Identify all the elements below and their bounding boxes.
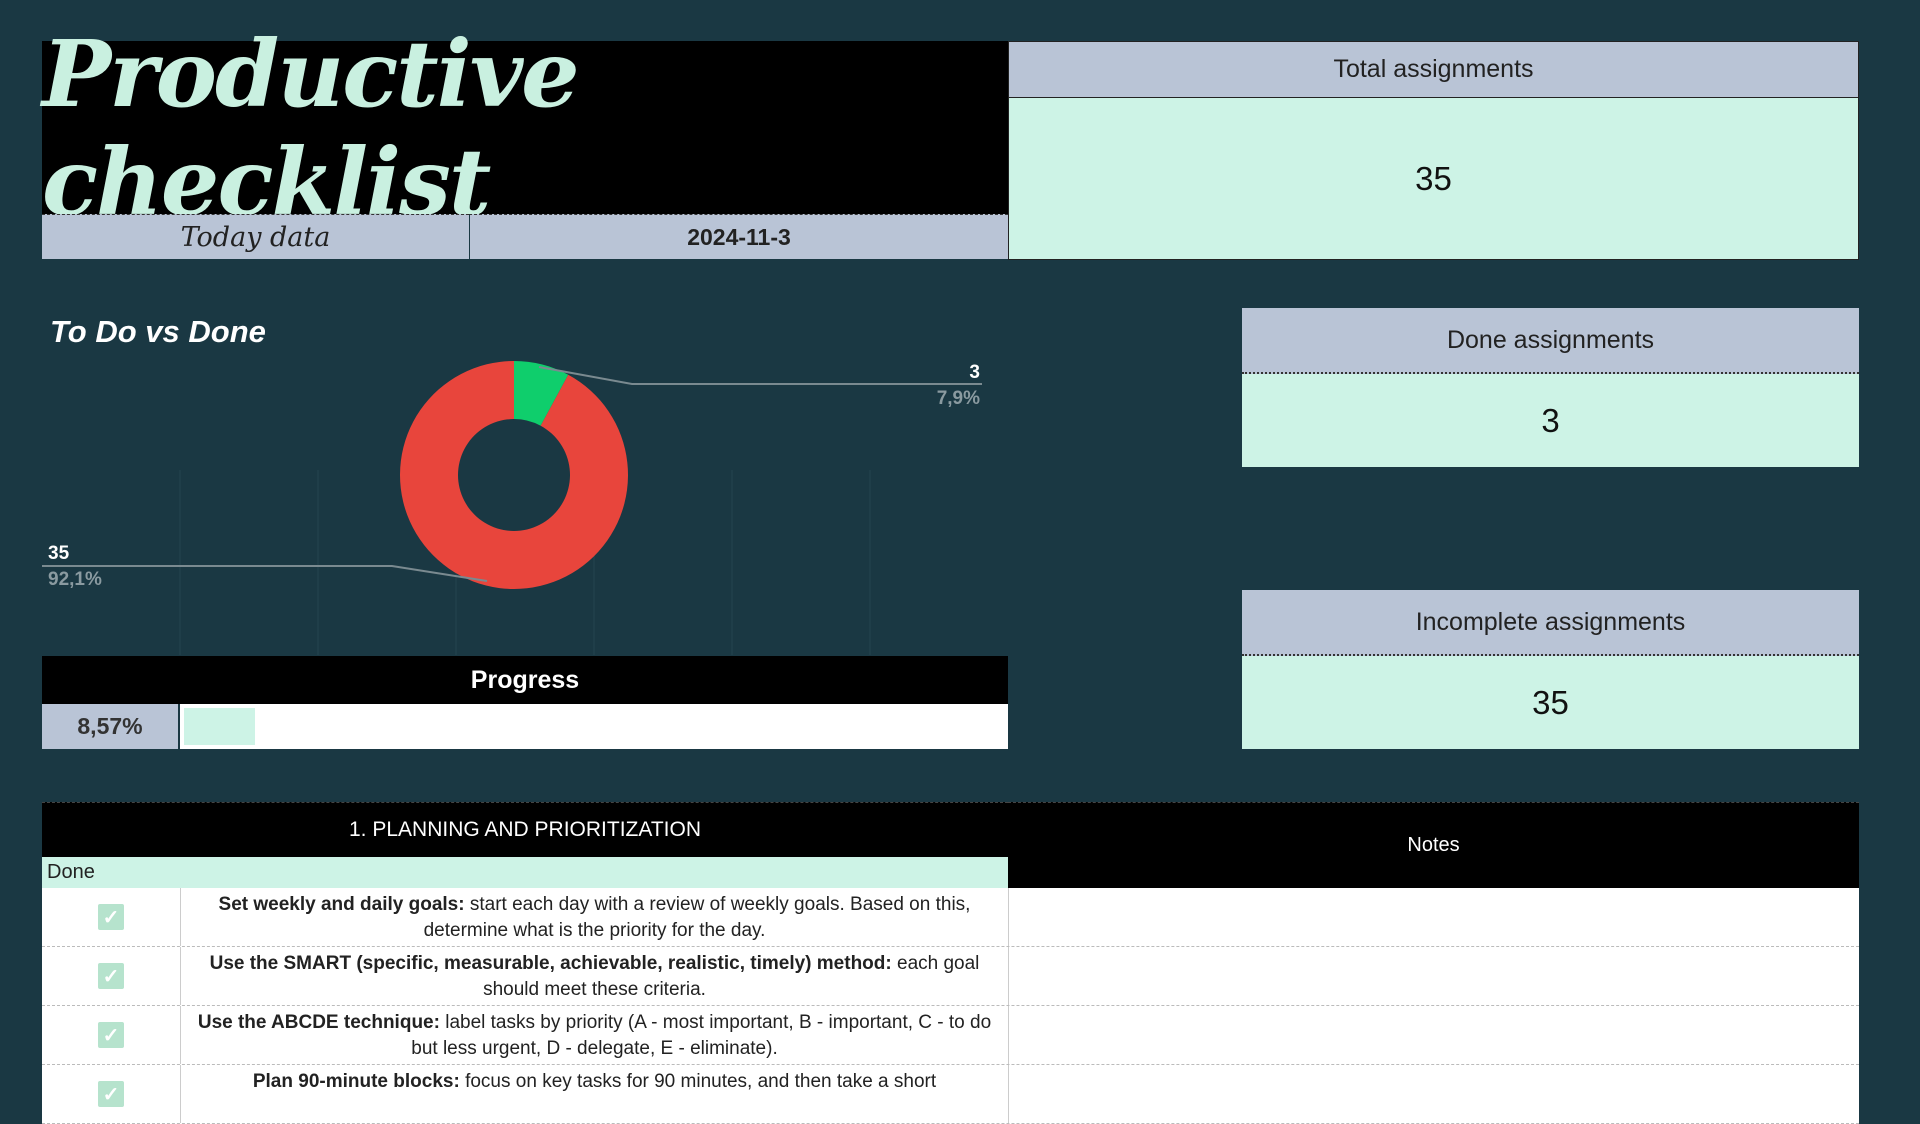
incomplete-assignments-value[interactable]: 35 (1242, 656, 1859, 749)
done-checkbox[interactable]: ✓ (98, 963, 124, 989)
today-date-label: Today data (42, 214, 469, 259)
todo-percent-label: 92,1% (48, 569, 102, 590)
done-count-label: 3 (969, 362, 980, 383)
task-text: Plan 90-minute blocks: focus on key task… (181, 1065, 1009, 1123)
done-checkbox[interactable]: ✓ (98, 904, 124, 930)
todo-count-label: 35 (48, 543, 70, 564)
table-row: ✓ Set weekly and daily goals: start each… (42, 888, 1859, 947)
total-assignments-label: Total assignments (1008, 41, 1859, 98)
done-column-header: Done (42, 857, 1008, 888)
done-leader-line (538, 366, 982, 385)
task-text: Use the ABCDE technique: label tasks by … (181, 1006, 1009, 1064)
page-title: Productive checklist (42, 19, 580, 236)
today-date-value[interactable]: 2024-11-3 (469, 214, 1008, 259)
todo-leader-line (42, 565, 488, 582)
todo-slice[interactable] (400, 361, 628, 589)
notes-column-header: Notes (1008, 802, 1859, 888)
done-checkbox[interactable]: ✓ (98, 1081, 124, 1107)
progress-label: Progress (42, 656, 1008, 704)
total-assignments-value[interactable]: 35 (1008, 98, 1859, 260)
table-row: ✓ Use the ABCDE technique: label tasks b… (42, 1006, 1859, 1065)
done-assignments-value[interactable]: 3 (1242, 374, 1859, 467)
todo-vs-done-chart[interactable]: 3 7,9% 35 92,1% (42, 300, 1008, 655)
table-row: ✓ Use the SMART (specific, measurable, a… (42, 947, 1859, 1006)
notes-cell[interactable] (1009, 947, 1859, 1005)
notes-cell[interactable] (1009, 1006, 1859, 1064)
done-percent-label: 7,9% (937, 388, 980, 409)
chart-title: To Do vs Done (50, 314, 266, 349)
section-title: 1. PLANNING AND PRIORITIZATION (42, 802, 1008, 857)
progress-value: 8,57% (42, 704, 180, 749)
progress-bar-fill (184, 708, 255, 745)
checklist-rows: ✓ Set weekly and daily goals: start each… (42, 888, 1859, 1124)
incomplete-assignments-label: Incomplete assignments (1242, 590, 1859, 656)
title-banner: Productive checklist (42, 20, 1008, 236)
task-text: Set weekly and daily goals: start each d… (181, 888, 1009, 946)
progress-bar (180, 704, 1008, 749)
notes-cell[interactable] (1009, 888, 1859, 946)
done-checkbox[interactable]: ✓ (98, 1022, 124, 1048)
task-text: Use the SMART (specific, measurable, ach… (181, 947, 1009, 1005)
table-row: ✓ Plan 90-minute blocks: focus on key ta… (42, 1065, 1859, 1124)
notes-cell[interactable] (1009, 1065, 1859, 1123)
done-assignments-label: Done assignments (1242, 308, 1859, 374)
